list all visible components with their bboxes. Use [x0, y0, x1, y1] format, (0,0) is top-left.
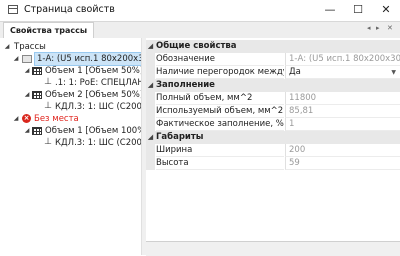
tree-node-trasse[interactable]: ◢ 1-А: (U5 исп.1 80х200х3000) — [0, 52, 141, 66]
close-button[interactable]: ✕ — [372, 0, 400, 20]
tree-node-label: Объем 1 [Объем 100%] [... — [45, 126, 141, 136]
property-row[interactable]: Ширина 200 — [146, 144, 400, 157]
collapse-icon[interactable]: ◢ — [3, 41, 11, 53]
volume-grid-icon — [32, 127, 42, 135]
volume-grid-icon — [32, 67, 42, 75]
category-filling[interactable]: ◢ Заполнение — [146, 79, 400, 92]
collapse-icon[interactable]: ◢ — [23, 89, 31, 101]
tree-node-volume[interactable]: ◢ Объем 1 [Объем 50%] [3... — [0, 65, 141, 77]
tree-node-label: Объем 2 [Объем 50%] [3... — [45, 90, 141, 100]
tree-node-volume[interactable]: ◢ Объем 2 [Объем 50%] [3... — [0, 89, 141, 101]
property-row[interactable]: Фактическое заполнение, % 1 — [146, 118, 400, 131]
property-value[interactable]: 11800 — [285, 92, 400, 105]
tree-node-cable[interactable]: ⊥ .1: 1: РоЕ: СПЕЦЛАН U... — [0, 77, 141, 89]
tree-node-label: 1-А: (U5 исп.1 80х200х3000) — [34, 52, 141, 66]
window-title: Страница свойств — [24, 4, 115, 15]
property-row[interactable]: Обозначение 1-А: (U5 исп.1 80х200х3000) — [146, 53, 400, 66]
tree-node-label: Объем 1 [Объем 50%] [3... — [45, 66, 141, 76]
tree-node-label: КДЛ.3: 1: ШС (С2000-... — [55, 138, 141, 148]
cable-icon: ⊥ — [44, 137, 52, 147]
collapse-icon[interactable]: ◢ — [12, 53, 20, 65]
property-value[interactable]: 1-А: (U5 исп.1 80х200х3000) — [285, 53, 400, 66]
cable-icon: ⊥ — [44, 77, 52, 87]
minimize-button[interactable]: — — [316, 0, 344, 20]
tab-strip: Свойства трассы ◂ ▸ ✕ — [0, 21, 400, 39]
property-name: Используемый объем, мм^2 — [156, 106, 284, 118]
property-name: Фактическое заполнение, % — [156, 119, 284, 131]
scroll-left-icon[interactable]: ◂ — [367, 24, 371, 32]
category-label: Заполнение — [156, 80, 215, 90]
collapse-icon[interactable]: ◢ — [146, 131, 155, 144]
property-value[interactable]: 200 — [285, 144, 400, 157]
error-icon: × — [22, 114, 31, 123]
tab-trasse-properties[interactable]: Свойства трассы — [3, 22, 95, 39]
scroll-right-icon[interactable]: ▸ — [376, 24, 380, 32]
property-value[interactable]: 85,81 — [285, 105, 400, 118]
property-value[interactable]: 1 — [285, 118, 400, 131]
cable-icon: ⊥ — [44, 101, 52, 111]
property-name: Наличие перегородок между объем... — [156, 67, 284, 79]
property-grid: ◢ Общие свойства Обозначение 1-А: (U5 ис… — [146, 38, 400, 256]
window-icon — [8, 5, 18, 14]
property-row[interactable]: Наличие перегородок между объем... Да ▼ — [146, 66, 400, 79]
volume-grid-icon — [32, 91, 42, 99]
dropdown-value: Да — [289, 67, 301, 77]
description-panel — [146, 241, 400, 256]
tree-node-cable[interactable]: ⊥ КДЛ.3: 1: ШС (С2000-... — [0, 101, 141, 113]
property-row[interactable]: Используемый объем, мм^2 85,81 — [146, 105, 400, 118]
tree-node-label: КДЛ.3: 1: ШС (С2000-... — [55, 102, 141, 112]
category-general[interactable]: ◢ Общие свойства — [146, 40, 400, 53]
chevron-down-icon[interactable]: ▼ — [391, 66, 396, 78]
close-tab-icon[interactable]: ✕ — [387, 24, 393, 32]
property-name: Ширина — [156, 144, 284, 157]
partitions-dropdown[interactable]: Да ▼ — [285, 66, 400, 79]
tree-node-label: .1: 1: РоЕ: СПЕЦЛАН U... — [55, 78, 141, 88]
property-name: Высота — [156, 157, 284, 170]
trasse-icon — [22, 55, 32, 63]
title-bar: Страница свойств — ☐ ✕ — [0, 0, 400, 20]
category-label: Общие свойства — [156, 41, 237, 51]
tree-node-volume[interactable]: ◢ Объем 1 [Объем 100%] [... — [0, 125, 141, 137]
category-dimensions[interactable]: ◢ Габариты — [146, 131, 400, 144]
trasse-tree[interactable]: ◢ Трассы ◢ 1-А: (U5 исп.1 80х200х3000) ◢… — [0, 38, 141, 255]
tree-node-no-place[interactable]: ◢ × Без места — [0, 113, 141, 125]
property-row[interactable]: Высота 59 — [146, 157, 400, 170]
tree-node-cable[interactable]: ⊥ КДЛ.3: 1: ШС (С2000-... — [0, 137, 141, 149]
maximize-button[interactable]: ☐ — [344, 0, 372, 20]
property-name: Обозначение — [156, 53, 284, 66]
property-row[interactable]: Полный объем, мм^2 11800 — [146, 92, 400, 105]
main-panel: ◢ Трассы ◢ 1-А: (U5 исп.1 80х200х3000) ◢… — [0, 38, 400, 256]
collapse-icon[interactable]: ◢ — [146, 79, 155, 92]
property-name: Полный объем, мм^2 — [156, 92, 284, 105]
category-label: Габариты — [156, 132, 204, 142]
tree-node-label: Без места — [34, 114, 79, 124]
property-value[interactable]: 59 — [285, 157, 400, 170]
collapse-icon[interactable]: ◢ — [23, 125, 31, 137]
collapse-icon[interactable]: ◢ — [23, 65, 31, 77]
collapse-icon[interactable]: ◢ — [146, 40, 155, 53]
collapse-icon[interactable]: ◢ — [12, 113, 20, 125]
